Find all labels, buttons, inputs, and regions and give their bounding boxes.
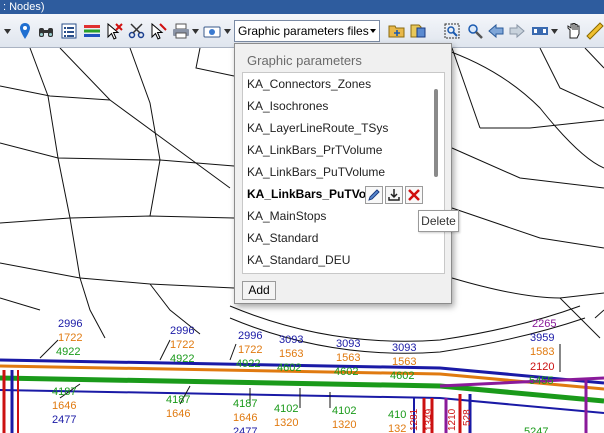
map-label: 4187 [166,394,191,406]
zoom-icon[interactable] [465,21,485,41]
map-label: 2120 [530,361,555,373]
binoculars-icon[interactable] [36,21,56,41]
map-label: 132 [388,423,407,433]
list-icon[interactable] [59,21,79,41]
graphic-parameters-combo[interactable]: Graphic parameters files [234,20,380,42]
map-label: 4187 [233,398,258,410]
chevron-down-icon[interactable] [4,26,11,36]
map-label: 2265 [532,318,557,330]
list-item[interactable]: KA_Isochrones [247,95,328,117]
list-item[interactable]: KA_Standard_DEU [247,249,350,271]
map-label: 4102 [332,405,357,417]
chevron-down-icon[interactable] [551,26,558,36]
map-label: 4922 [170,353,195,365]
print-icon[interactable] [171,21,191,41]
list-item[interactable]: KA_LinkBars_PuTVolume [247,161,385,183]
map-label: 1349 [424,408,435,431]
chevron-down-icon[interactable] [224,26,231,36]
map-label: 4922 [56,346,81,358]
map-label: 1722 [170,339,195,351]
list-item[interactable]: KA_MainStops [247,205,326,227]
map-label: 4102 [274,403,299,415]
download-button[interactable] [385,186,403,204]
map-label: 2996 [58,318,83,330]
list-item[interactable]: KA_Standard [247,227,318,249]
map-label: 2477 [52,414,77,426]
download-icon [388,189,400,201]
graphic-parameters-list[interactable]: KA_Connectors_Zones KA_Isochrones KA_Lay… [242,72,445,274]
map-label: 410 [388,409,407,421]
list-item-selected[interactable]: KA_LinkBars_PuTVo [247,183,365,205]
map-label: 3093 [392,342,417,354]
scrollbar[interactable] [434,89,438,177]
popup-title: Graphic parameters [247,53,362,68]
map-label: 4922 [236,358,261,370]
window-title: : Nodes) [0,0,604,14]
map-label: 3093 [279,334,304,346]
map-label: 1563 [336,352,361,364]
back-icon[interactable] [486,21,506,41]
map-label: 3093 [336,338,361,350]
map-label: 3959 [530,332,555,344]
chevron-down-icon[interactable] [370,29,376,33]
map-label: 1281 [409,408,420,431]
map-label: 4602 [390,370,415,382]
list-item[interactable]: KA_Connectors_Zones [247,73,371,95]
map-label: 4602 [277,362,302,374]
close-icon [408,189,420,201]
map-label: 2996 [170,325,195,337]
delete-tooltip: Delete [418,210,459,232]
ruler-icon[interactable] [585,21,604,41]
map-label: 5455 [529,375,554,387]
map-label: 1646 [52,400,77,412]
scissors-icon[interactable] [127,21,147,41]
edit-button[interactable] [365,186,383,204]
map-label: 5247 [524,426,549,433]
edit-cursor-icon[interactable] [148,21,168,41]
filter-bars-icon[interactable] [82,21,102,41]
map-label: 1646 [166,408,191,420]
map-label: 2477 [233,426,258,433]
chevron-down-icon[interactable] [192,26,199,36]
map-label: 528 [462,409,473,426]
delete-button[interactable] [405,186,423,204]
save-icon[interactable] [408,21,428,41]
map-label: 1583 [530,346,555,358]
graphic-parameters-combo-label: Graphic parameters files [238,24,369,38]
cursor-select-icon[interactable] [104,21,124,41]
zoom-window-icon[interactable] [442,21,462,41]
hand-icon[interactable] [564,21,584,41]
pencil-icon [368,189,380,201]
map-label: 1320 [274,417,299,429]
graphic-parameters-popup: Graphic parameters KA_Connectors_Zones K… [234,43,452,304]
map-label: 1563 [392,356,417,368]
map-label: 1722 [238,344,263,356]
map-label: 1722 [58,332,83,344]
pin-icon[interactable] [15,21,35,41]
view-icon[interactable] [530,21,550,41]
map-label: 4602 [334,366,359,378]
map-label: 1563 [279,348,304,360]
list-item[interactable]: KA_LinkBars_PrTVolume [247,139,382,161]
map-label: 1320 [332,419,357,431]
map-label: 1210 [447,408,458,431]
map-label: 2996 [238,330,263,342]
open-folder-icon[interactable] [387,21,407,41]
camera-icon[interactable] [202,21,222,41]
map-label: 4187 [52,386,77,398]
list-item[interactable]: KA_LayerLineRoute_TSys [247,117,388,139]
forward-icon[interactable] [507,21,527,41]
map-label: 1646 [233,412,258,424]
add-button[interactable]: Add [242,281,276,300]
